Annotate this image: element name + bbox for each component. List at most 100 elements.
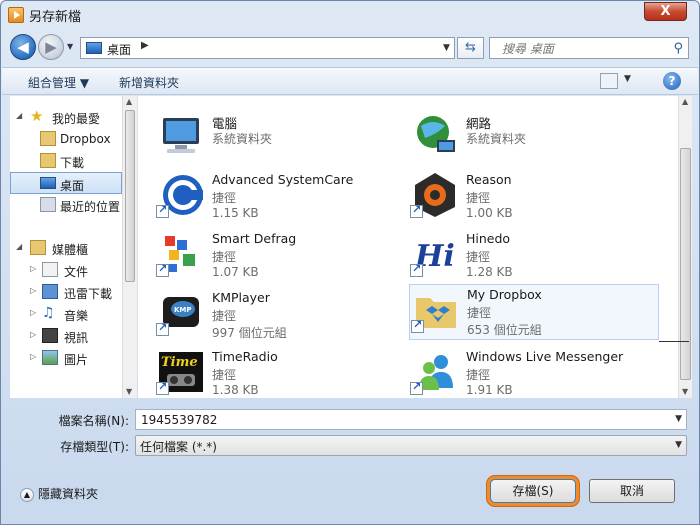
organize-button[interactable]: 組合管理 ▼ [28, 74, 89, 91]
collapse-icon[interactable]: ◢ [16, 111, 22, 120]
sidebar-item-label: 下載 [60, 156, 85, 170]
expand-icon[interactable]: ▷ [30, 286, 36, 295]
file-name: My Dropbox [467, 287, 542, 302]
sidebar-item-favorites[interactable]: ◢ ★ 我的最愛 [14, 106, 124, 128]
sidebar-item-xunlei[interactable]: ▷ 迅雷下載 [14, 281, 124, 303]
sidebar-item-desktop[interactable]: 桌面 [10, 172, 122, 194]
collapse-icon[interactable]: ◢ [16, 242, 22, 251]
list-item[interactable]: 電腦 系統資料夾 [138, 110, 383, 166]
filetype-label: 存檔類型(T): [60, 440, 129, 454]
title-bar[interactable]: 另存新檔 X [1, 1, 699, 29]
history-dropdown-button[interactable]: ▼ [67, 42, 77, 52]
hide-folders-label: 隱藏資料夾 [38, 487, 99, 501]
close-button[interactable]: X [644, 2, 687, 21]
file-type: 捷徑 [212, 368, 237, 382]
chevron-down-icon[interactable]: ▼ [675, 414, 682, 424]
back-button[interactable]: ◀ [10, 34, 36, 60]
file-size: 1.00 KB [466, 206, 513, 220]
save-button[interactable]: 存檔(S) [490, 479, 576, 503]
svg-text:Time: Time [161, 355, 198, 370]
sidebar-item-dropbox[interactable]: Dropbox [14, 128, 124, 150]
computer-icon [163, 118, 199, 153]
scroll-up-icon[interactable]: ▲ [126, 97, 132, 106]
list-item[interactable]: Windows Live Messenger 捷徑 1.91 KB [392, 346, 637, 398]
expand-icon[interactable]: ▷ [30, 330, 36, 339]
scroll-down-icon[interactable]: ▼ [126, 387, 132, 396]
star-icon: ★ [30, 107, 44, 125]
filename-field[interactable]: ▼ [135, 409, 687, 430]
sidebar-item-label: 圖片 [64, 353, 89, 367]
sidebar-item-music[interactable]: ▷ ♫ 音樂 [14, 303, 124, 325]
filetype-select[interactable]: 任何檔案 (*.*) ▼ [135, 435, 687, 456]
search-icon[interactable]: ⚲ [673, 41, 683, 56]
list-item[interactable]: KMP KMPlayer 捷徑 997 個位元組 [138, 287, 383, 343]
libraries-icon [30, 240, 46, 255]
shortcut-arrow-icon [410, 380, 423, 395]
expand-icon[interactable]: ▷ [30, 308, 36, 317]
chevron-down-icon[interactable]: ▼ [675, 440, 682, 450]
sidebar-item-label: 最近的位置 [60, 200, 121, 214]
sidebar-item-downloads[interactable]: 下載 [14, 150, 124, 172]
expand-icon[interactable]: ▷ [30, 264, 36, 273]
sidebar-item-pictures[interactable]: ▷ 圖片 [14, 347, 124, 369]
sidebar-item-label: 視訊 [64, 331, 89, 345]
address-bar[interactable]: 桌面 ▶ [80, 37, 454, 59]
scroll-up-icon[interactable]: ▲ [682, 97, 688, 106]
cancel-button[interactable]: 取消 [589, 479, 675, 503]
filetype-value: 任何檔案 (*.*) [140, 440, 217, 454]
list-item[interactable]: Hi Hinedo 捷徑 1.28 KB [392, 228, 637, 284]
navigation-scrollbar[interactable]: ▲ ▼ [122, 96, 137, 398]
scroll-down-icon[interactable]: ▼ [682, 387, 688, 396]
file-list-scrollbar[interactable]: ▲ ▼ [678, 96, 692, 398]
breadcrumb[interactable]: 桌面 [107, 41, 131, 58]
list-item[interactable]: Smart Defrag 捷徑 1.07 KB [138, 228, 383, 284]
annotation-line [659, 341, 689, 342]
svg-text:KMP: KMP [174, 306, 192, 314]
shortcut-arrow-icon [156, 262, 169, 277]
scroll-thumb[interactable] [125, 110, 135, 282]
file-size: 1.91 KB [466, 383, 513, 397]
app-icon [8, 7, 24, 23]
file-name: Hinedo [466, 231, 511, 246]
filename-input[interactable] [139, 412, 659, 428]
refresh-button[interactable]: ⇆ [457, 37, 484, 59]
help-button[interactable]: ? [663, 72, 681, 90]
sidebar-item-video[interactable]: ▷ 視訊 [14, 325, 124, 347]
navigation-bar: ◀ ▶ ▼ 桌面 ▶ ▼ ⇆ ⚲ [1, 29, 699, 65]
sidebar-item-label: Dropbox [60, 132, 111, 146]
sidebar-item-libraries[interactable]: ◢ 媒體櫃 [14, 237, 124, 259]
forward-button[interactable]: ▶ [38, 34, 64, 60]
file-type: 系統資料夾 [466, 132, 527, 146]
network-icon [417, 116, 455, 152]
list-item[interactable]: Time TimeRadio 捷徑 1.38 KB [138, 346, 383, 398]
view-dropdown-icon[interactable]: ▼ [624, 74, 631, 84]
list-item[interactable]: Reason 捷徑 1.00 KB [392, 169, 637, 225]
new-folder-button[interactable]: 新增資料夾 [119, 74, 179, 91]
list-item[interactable]: 網路 系統資料夾 [392, 110, 637, 166]
recent-places-icon [40, 197, 56, 212]
file-size: 1.07 KB [212, 265, 259, 279]
expand-icon[interactable]: ▷ [30, 352, 36, 361]
sidebar-item-documents[interactable]: ▷ 文件 [14, 259, 124, 281]
file-size: 1.38 KB [212, 383, 259, 397]
save-as-dialog: 另存新檔 X ◀ ▶ ▼ 桌面 ▶ ▼ ⇆ ⚲ 組合管理 ▼ 新增資料夾 ▼ ?… [0, 0, 700, 525]
address-dropdown-button[interactable]: ▼ [439, 37, 455, 59]
desktop-icon [86, 42, 102, 54]
documents-icon [42, 262, 58, 277]
shortcut-arrow-icon [411, 318, 424, 333]
hide-folders-button[interactable]: ▲ 隱藏資料夾 [20, 485, 98, 502]
list-item[interactable]: Advanced SystemCare 捷徑 1.15 KB [138, 169, 383, 225]
file-name: TimeRadio [212, 349, 278, 364]
breadcrumb-arrow-icon[interactable]: ▶ [141, 40, 149, 51]
search-input[interactable] [500, 41, 660, 57]
search-box[interactable]: ⚲ [489, 37, 689, 59]
shortcut-arrow-icon [156, 380, 169, 395]
sidebar-item-label: 媒體櫃 [52, 243, 89, 257]
scroll-thumb[interactable] [680, 148, 691, 380]
sidebar-item-recent-places[interactable]: 最近的位置 [14, 194, 124, 216]
file-size: 1.15 KB [212, 206, 259, 220]
file-type: 捷徑 [212, 309, 237, 323]
shortcut-arrow-icon [410, 203, 423, 218]
view-options-icon[interactable] [600, 73, 618, 89]
list-item-hovered[interactable]: My Dropbox 捷徑 653 個位元組 [409, 284, 659, 340]
